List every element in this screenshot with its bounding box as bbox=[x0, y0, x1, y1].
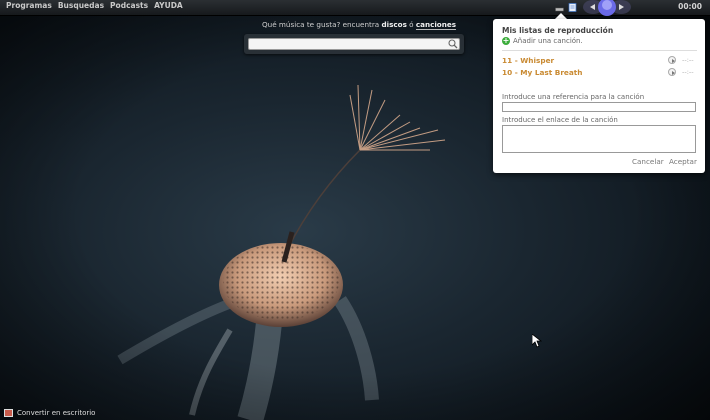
search-input[interactable] bbox=[248, 38, 460, 50]
menu-podcasts[interactable]: Podcasts bbox=[110, 1, 148, 10]
canciones-link[interactable]: canciones bbox=[415, 20, 457, 30]
search-caption: Qué música te gusta? encuentra discos ó … bbox=[262, 20, 457, 30]
menu-busquedas[interactable]: Busquedas bbox=[58, 1, 104, 10]
cancel-button[interactable]: Cancelar bbox=[632, 157, 664, 166]
accept-button[interactable]: Aceptar bbox=[669, 157, 697, 166]
document-icon[interactable] bbox=[568, 3, 577, 12]
caption-or: ó bbox=[406, 20, 416, 29]
track-item[interactable]: 10 - My Last Breath --:-- bbox=[502, 68, 697, 78]
desktop-mode-button[interactable]: Convertir en escritorio bbox=[4, 409, 95, 417]
add-icon: + bbox=[502, 36, 510, 45]
media-player-controls[interactable] bbox=[583, 0, 631, 16]
panel-title: Mis listas de reproducción bbox=[502, 26, 614, 35]
top-bar: Programas Busquedas Podcasts AYUDA 00:00 bbox=[0, 0, 710, 16]
track-name[interactable]: 10 - My Last Breath bbox=[502, 68, 582, 77]
track-name[interactable]: 11 - Whisper bbox=[502, 56, 554, 65]
mouse-pointer-icon bbox=[532, 334, 542, 348]
play-icon[interactable] bbox=[668, 68, 676, 76]
main-menu: Programas Busquedas Podcasts AYUDA bbox=[6, 1, 183, 10]
desktop-icon bbox=[4, 409, 13, 417]
add-song-link[interactable]: + Añadir una canción. bbox=[502, 37, 583, 45]
search-box bbox=[244, 34, 464, 54]
track-duration: --:-- bbox=[682, 68, 694, 76]
search-icon[interactable] bbox=[448, 39, 458, 49]
desktop-mode-label: Convertir en escritorio bbox=[17, 409, 96, 417]
reference-input[interactable] bbox=[502, 102, 696, 112]
play-icon[interactable] bbox=[668, 56, 676, 64]
add-song-label: Añadir una canción. bbox=[513, 37, 583, 45]
caption-text: Qué música te gusta? encuentra bbox=[262, 20, 382, 29]
link-label: Introduce el enlace de la canción bbox=[502, 116, 618, 124]
menu-ayuda[interactable]: AYUDA bbox=[154, 1, 183, 10]
reference-label: Introduce una referencia para la canción bbox=[502, 93, 645, 101]
track-duration: --:-- bbox=[682, 56, 694, 64]
divider bbox=[502, 50, 697, 51]
menu-programas[interactable]: Programas bbox=[6, 1, 52, 10]
clock: 00:00 bbox=[678, 2, 702, 11]
link-input[interactable] bbox=[502, 125, 696, 153]
track-item[interactable]: 11 - Whisper --:-- bbox=[502, 56, 697, 66]
playlist-panel: Mis listas de reproducción + Añadir una … bbox=[493, 19, 705, 173]
discos-link[interactable]: discos bbox=[382, 20, 407, 29]
window-icon[interactable] bbox=[555, 3, 564, 12]
